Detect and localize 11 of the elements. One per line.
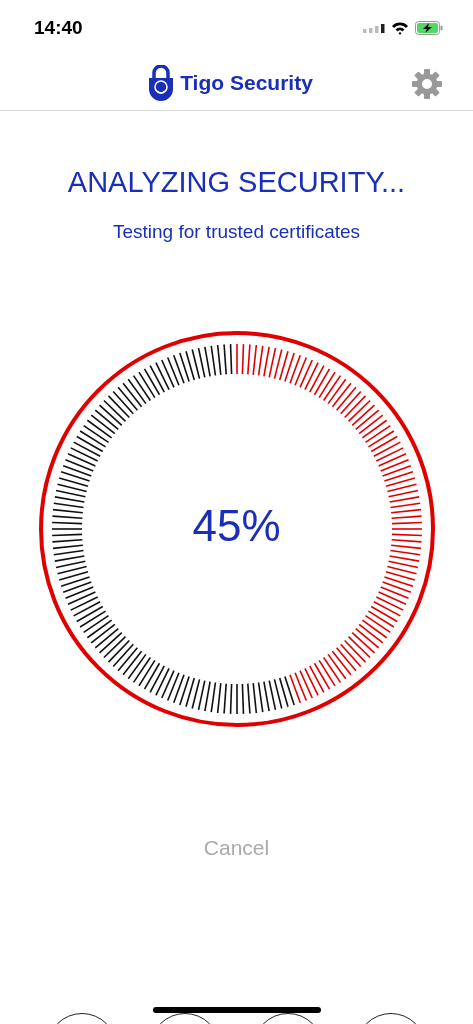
settings-button[interactable] bbox=[411, 68, 443, 100]
scan-title: ANALYZING SECURITY... bbox=[66, 166, 407, 199]
app-title: Tigo Security bbox=[180, 71, 313, 95]
cancel-button[interactable]: Cancel bbox=[197, 835, 276, 861]
padlock-logo-icon bbox=[148, 65, 175, 101]
signal-icon bbox=[363, 23, 385, 33]
progress-percent: 45% bbox=[191, 501, 282, 551]
battery-charging-icon bbox=[415, 21, 443, 35]
wifi-icon bbox=[391, 21, 409, 35]
scan-subtitle: Testing for trusted certificates bbox=[111, 221, 362, 243]
status-time: 14:40 bbox=[34, 17, 83, 39]
